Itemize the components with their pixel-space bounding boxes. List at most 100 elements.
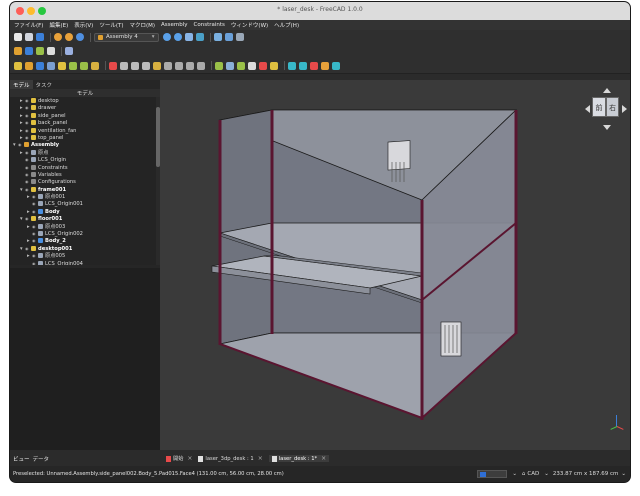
tab-laser-desk[interactable]: laser_desk : 1* × xyxy=(268,455,330,462)
tree-item[interactable]: ▸ ◉ ventilation_fan xyxy=(10,127,156,134)
desk-model[interactable] xyxy=(160,80,630,450)
new-document-icon[interactable] xyxy=(14,33,22,41)
menu-macro[interactable]: マクロ(M) xyxy=(129,21,155,29)
tab-start[interactable]: 開始 × xyxy=(166,455,192,462)
tree-item[interactable]: ▸ ◉ desktop xyxy=(10,97,156,104)
draw-style-switch[interactable] xyxy=(477,470,508,478)
tree-item[interactable]: ◉ LCS_Origin001 xyxy=(10,200,156,207)
measure-icon[interactable] xyxy=(175,61,183,70)
variables-icon[interactable] xyxy=(237,61,245,70)
tree-item[interactable]: ◉ LCS_Origin004 xyxy=(10,260,156,265)
bom-icon[interactable] xyxy=(226,61,234,70)
tree-item[interactable]: ▾ ◉ Assembly xyxy=(10,141,156,148)
view-right-cube-icon[interactable] xyxy=(310,61,318,70)
draw-style-icon[interactable] xyxy=(184,33,193,41)
tree-item[interactable]: ▸ ◉ 原点005 xyxy=(10,252,156,259)
axis-icon[interactable] xyxy=(164,61,172,70)
refresh-icon[interactable] xyxy=(76,33,84,41)
mirror-icon[interactable] xyxy=(186,61,194,70)
tree-item[interactable]: ◉ Configurations xyxy=(10,178,156,185)
open-document-icon[interactable] xyxy=(25,33,33,41)
view-measure-icon[interactable] xyxy=(235,33,244,41)
menu-edit[interactable]: 編集(E) xyxy=(49,21,68,29)
tree-item[interactable]: ◉ LCS_Origin xyxy=(10,156,156,163)
navigation-style[interactable]: CAD xyxy=(527,471,539,477)
tab-property-view[interactable]: ビュー xyxy=(13,455,30,463)
tab-laser-3dp-desk[interactable]: laser_3dp_desk : 1 × xyxy=(198,455,263,462)
navcube-arrow-right-icon[interactable] xyxy=(622,105,627,113)
python-console-icon[interactable] xyxy=(47,47,55,55)
menu-constraints[interactable]: Constraints xyxy=(194,22,225,28)
tree-item[interactable]: ▸ ◉ back_panel xyxy=(10,119,156,126)
bounding-box-icon[interactable] xyxy=(195,33,204,41)
datum-line-icon[interactable] xyxy=(131,61,139,70)
chevron-down-icon[interactable]: ⌄ xyxy=(512,471,517,477)
insert-part-icon[interactable] xyxy=(69,61,77,70)
tree-item[interactable]: ▾ ◉ frame001 xyxy=(10,186,156,193)
chevron-down-icon[interactable]: ⌄ xyxy=(621,471,626,477)
menu-help[interactable]: ヘルプ(H) xyxy=(274,21,299,29)
lcs-icon[interactable] xyxy=(153,61,161,70)
undo-icon[interactable] xyxy=(54,33,62,41)
animate-icon[interactable] xyxy=(215,61,223,70)
tree-item[interactable]: ▸ ◉ 原点003 xyxy=(10,223,156,230)
close-icon[interactable]: × xyxy=(187,455,192,462)
tree-item[interactable]: ▾ ◉ desktop001 xyxy=(10,245,156,252)
navcube-face-right[interactable]: 右 xyxy=(606,97,619,117)
zoom-fit-icon[interactable] xyxy=(162,33,171,41)
macro-record-icon[interactable] xyxy=(14,47,22,55)
close-icon[interactable]: × xyxy=(258,455,263,462)
tree-item[interactable]: ▸ ◉ top_panel xyxy=(10,134,156,141)
menu-file[interactable]: ファイル(F) xyxy=(14,21,43,29)
zoom-selection-icon[interactable] xyxy=(173,33,182,41)
redo-icon[interactable] xyxy=(65,33,73,41)
macro-run-icon[interactable] xyxy=(36,47,44,55)
link-icon[interactable] xyxy=(58,61,66,70)
tree-item[interactable]: ▸ ◉ 原点001 xyxy=(10,193,156,200)
new-model-icon[interactable] xyxy=(14,61,22,70)
view-isometric-icon[interactable] xyxy=(213,33,222,41)
tree-item[interactable]: ▸ ◉ drawer xyxy=(10,104,156,111)
menu-view[interactable]: 表示(V) xyxy=(74,21,93,29)
tree-item[interactable]: ◉ LCS_Origin002 xyxy=(10,230,156,237)
ventilation-grille-bottom[interactable] xyxy=(440,321,462,357)
new-part-icon[interactable] xyxy=(25,61,33,70)
chevron-down-icon[interactable]: ⌄ xyxy=(544,471,549,477)
3d-viewport[interactable]: 前 右 xyxy=(160,80,630,450)
new-group-icon[interactable] xyxy=(47,61,55,70)
view-top-cube-icon[interactable] xyxy=(299,61,307,70)
macro-edit-icon[interactable] xyxy=(25,47,33,55)
explode-icon[interactable] xyxy=(259,61,267,70)
tree-item[interactable]: ▾ ◉ floor001 xyxy=(10,215,156,222)
view-front-cube-icon[interactable] xyxy=(288,61,296,70)
insert-fastener-icon[interactable] xyxy=(80,61,88,70)
view-front-icon[interactable] xyxy=(224,33,233,41)
menu-tools[interactable]: ツール(T) xyxy=(99,21,123,29)
navcube-face-front[interactable]: 前 xyxy=(592,97,606,117)
navcube-arrow-bottom-icon[interactable] xyxy=(603,125,611,130)
update-icon[interactable] xyxy=(270,61,278,70)
tree-item[interactable]: ▸ ◉ Body xyxy=(10,208,156,215)
solver-icon[interactable] xyxy=(248,61,256,70)
whats-this-icon[interactable] xyxy=(65,47,73,55)
datum-point-icon[interactable] xyxy=(120,61,128,70)
new-body-icon[interactable] xyxy=(36,61,44,70)
tree-item[interactable]: ▸ ◉ Body_2 xyxy=(10,237,156,244)
save-document-icon[interactable] xyxy=(36,33,44,41)
tree-item[interactable]: ▸ ◉ 原点 xyxy=(10,149,156,156)
tab-tasks[interactable]: タスク xyxy=(33,80,56,89)
array-icon[interactable] xyxy=(197,61,205,70)
datum-plane-icon[interactable] xyxy=(142,61,150,70)
tab-property-data[interactable]: データ xyxy=(33,455,50,463)
navcube-arrow-top-icon[interactable] xyxy=(603,88,611,93)
tree-item[interactable]: ◉ Variables xyxy=(10,171,156,178)
menu-assembly[interactable]: Assembly xyxy=(161,22,188,28)
close-icon[interactable]: × xyxy=(321,455,326,462)
navigation-cube[interactable]: 前 右 xyxy=(585,88,627,130)
tab-model[interactable]: モデル xyxy=(10,80,33,89)
new-sketch-icon[interactable] xyxy=(109,61,117,70)
tree-item[interactable]: ▸ ◉ side_panel xyxy=(10,112,156,119)
menu-window[interactable]: ウィンドウ(W) xyxy=(231,21,268,29)
view-iso-cube-icon[interactable] xyxy=(332,61,340,70)
view-rear-cube-icon[interactable] xyxy=(321,61,329,70)
